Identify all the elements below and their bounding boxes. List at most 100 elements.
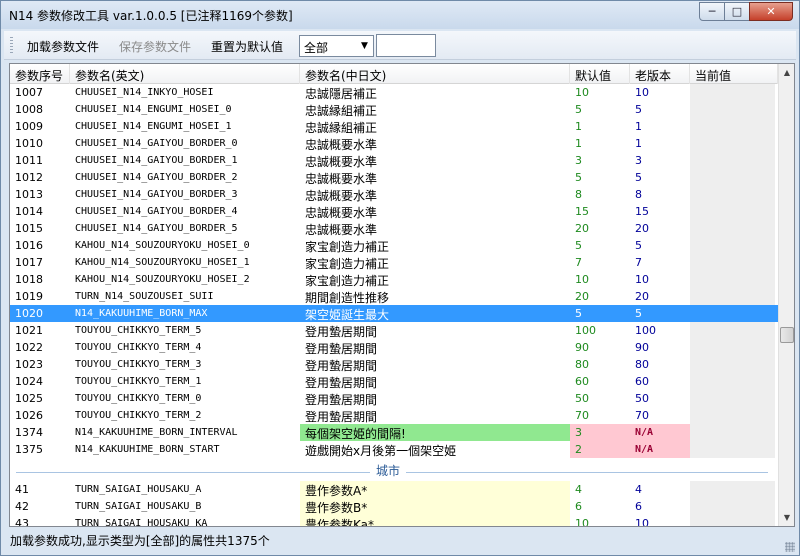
cell-name-en: N14_KAKUUHIME_BORN_MAX <box>75 308 208 319</box>
cell-current[interactable] <box>690 152 775 169</box>
cell-default: 7 <box>575 256 582 269</box>
cell-current[interactable] <box>690 254 775 271</box>
cell-name-en: CHUUSEI_N14_ENGUMI_HOSEI_0 <box>75 104 232 115</box>
cell-current[interactable] <box>690 271 775 288</box>
cell-current[interactable] <box>690 390 775 407</box>
cell-name-en: CHUUSEI_N14_ENGUMI_HOSEI_1 <box>75 121 232 132</box>
table-row[interactable]: 1014 CHUUSEI_N14_GAIYOU_BORDER_4 忠誠概要水準 15 1… <box>10 203 778 220</box>
table-row[interactable]: 1011 CHUUSEI_N14_GAIYOU_BORDER_1 忠誠概要水準 3 3 <box>10 152 778 169</box>
table-row[interactable]: 1021 TOUYOU_CHIKKYO_TERM_5 登用蟄居期間 100 100 <box>10 322 778 339</box>
table-row[interactable]: 1012 CHUUSEI_N14_GAIYOU_BORDER_2 忠誠概要水準 5 5 <box>10 169 778 186</box>
cell-default: 4 <box>575 483 582 496</box>
cell-name-cn: 登用蟄居期間 <box>305 325 378 339</box>
cell-default: 5 <box>575 239 582 252</box>
dropdown-arrow-icon[interactable]: ▼ <box>356 36 373 56</box>
cell-current[interactable] <box>690 101 775 118</box>
cell-current[interactable] <box>690 305 775 322</box>
table-row[interactable]: 1023 TOUYOU_CHIKKYO_TERM_3 登用蟄居期間 80 80 <box>10 356 778 373</box>
reset-default-button[interactable]: 重置为默认值 <box>211 38 283 55</box>
cell-current[interactable] <box>690 84 775 101</box>
toolbar-grip-icon[interactable] <box>10 37 13 54</box>
cell-name-en: CHUUSEI_N14_GAIYOU_BORDER_2 <box>75 172 238 183</box>
table-row[interactable]: 1017 KAHOU_N14_SOUZOURYOKU_HOSEI_1 家宝創造力補正… <box>10 254 778 271</box>
type-filter-select[interactable]: 全部 ▼ <box>299 35 374 57</box>
cell-current[interactable] <box>690 339 775 356</box>
column-header-name-cn[interactable]: 参数名(中日文) <box>300 64 570 84</box>
cell-old-version: 1 <box>635 120 642 133</box>
table-row[interactable]: 1010 CHUUSEI_N14_GAIYOU_BORDER_0 忠誠概要水準 1 1 <box>10 135 778 152</box>
search-input[interactable] <box>376 34 436 57</box>
cell-current[interactable] <box>690 498 775 515</box>
table-row[interactable]: 1025 TOUYOU_CHIKKYO_TERM_0 登用蟄居期間 50 50 <box>10 390 778 407</box>
cell-id: 1009 <box>15 120 43 133</box>
cell-current[interactable] <box>690 237 775 254</box>
scroll-thumb[interactable] <box>780 327 794 343</box>
cell-current[interactable] <box>690 481 775 498</box>
cell-name-cn: 登用蟄居期間 <box>305 342 378 356</box>
cell-id: 1010 <box>15 137 43 150</box>
status-bar: 加载参数成功,显示类型为[全部]的属性共1375个 <box>1 529 799 555</box>
scroll-up-icon[interactable]: ▲ <box>779 64 794 81</box>
table-row[interactable]: 1015 CHUUSEI_N14_GAIYOU_BORDER_5 忠誠概要水準 20 2… <box>10 220 778 237</box>
column-header-name-en[interactable]: 参数名(英文) <box>70 64 300 84</box>
cell-current[interactable] <box>690 515 775 526</box>
table-row[interactable]: 1374 N14_KAKUUHIME_BORN_INTERVAL 每個架空姫的間隔!… <box>10 424 778 441</box>
table-row[interactable]: 1018 KAHOU_N14_SOUZOURYOKU_HOSEI_2 家宝創造力補正… <box>10 271 778 288</box>
cell-name-cn: 期間創造性推移 <box>305 291 390 305</box>
cell-old-version: 15 <box>635 205 649 218</box>
close-button[interactable]: ✕ <box>749 2 793 21</box>
cell-current[interactable] <box>690 424 775 441</box>
params-table: 参数序号 参数名(英文) 参数名(中日文) 默认值 老版本 当前值 1007 CH… <box>9 63 795 527</box>
cell-current[interactable] <box>690 220 775 237</box>
cell-current[interactable] <box>690 441 775 458</box>
cell-current[interactable] <box>690 288 775 305</box>
table-row[interactable]: 1024 TOUYOU_CHIKKYO_TERM_1 登用蟄居期間 60 60 <box>10 373 778 390</box>
cell-default: 5 <box>575 171 582 184</box>
cell-id: 1019 <box>15 290 43 303</box>
cell-current[interactable] <box>690 118 775 135</box>
save-params-button[interactable]: 保存参数文件 <box>119 38 191 55</box>
load-params-button[interactable]: 加载参数文件 <box>27 38 99 55</box>
cell-old-version: 20 <box>635 222 649 235</box>
table-row[interactable]: 1008 CHUUSEI_N14_ENGUMI_HOSEI_0 忠誠縁組補正 5 5 <box>10 101 778 118</box>
vertical-scrollbar[interactable]: ▲ ▼ <box>778 64 794 526</box>
maximize-button[interactable]: □ <box>724 2 750 21</box>
cell-name-en: CHUUSEI_N14_GAIYOU_BORDER_4 <box>75 206 238 217</box>
column-header-current[interactable]: 当前值 <box>690 64 778 84</box>
table-row[interactable]: 43 TURN_SAIGAI_HOUSAKU_KA 豊作参数Ka* 10 10 <box>10 515 778 527</box>
resize-grip-icon[interactable] <box>785 542 795 552</box>
cell-current[interactable] <box>690 356 775 373</box>
column-header-id[interactable]: 参数序号 <box>10 64 70 84</box>
table-row[interactable]: 42 TURN_SAIGAI_HOUSAKU_B 豊作参数B* 6 6 <box>10 498 778 515</box>
column-header-default[interactable]: 默认值 <box>570 64 630 84</box>
table-row[interactable]: 1007 CHUUSEI_N14_INKYO_HOSEI 忠誠隱居補正 10 10 <box>10 84 778 101</box>
table-row[interactable]: 1022 TOUYOU_CHIKKYO_TERM_4 登用蟄居期間 90 90 <box>10 339 778 356</box>
cell-old-version: 10 <box>635 86 649 99</box>
title-bar[interactable]: N14 参数修改工具 var.1.0.0.5 [已注释1169个参数] ─ □ … <box>1 1 799 29</box>
cell-current[interactable] <box>690 373 775 390</box>
cell-default: 10 <box>575 517 589 527</box>
scroll-down-icon[interactable]: ▼ <box>779 509 794 526</box>
cell-current[interactable] <box>690 203 775 220</box>
table-row[interactable]: 1016 KAHOU_N14_SOUZOURYOKU_HOSEI_0 家宝創造力補正… <box>10 237 778 254</box>
cell-id: 1024 <box>15 375 43 388</box>
column-header-old[interactable]: 老版本 <box>630 64 690 84</box>
cell-current[interactable] <box>690 322 775 339</box>
cell-old-version: 20 <box>635 290 649 303</box>
cell-name-en: CHUUSEI_N14_GAIYOU_BORDER_0 <box>75 138 238 149</box>
cell-old-version: 8 <box>635 188 642 201</box>
table-row[interactable]: 41 TURN_SAIGAI_HOUSAKU_A 豊作参数A* 4 4 <box>10 481 778 498</box>
window-controls: ─ □ ✕ <box>699 2 793 21</box>
cell-current[interactable] <box>690 169 775 186</box>
table-row[interactable]: 1026 TOUYOU_CHIKKYO_TERM_2 登用蟄居期間 70 70 <box>10 407 778 424</box>
table-row[interactable]: 1019 TURN_N14_SOUZOUSEI_SUII 期間創造性推移 20 20 <box>10 288 778 305</box>
minimize-button[interactable]: ─ <box>699 2 725 21</box>
cell-current[interactable] <box>690 135 775 152</box>
cell-current[interactable] <box>690 407 775 424</box>
table-row[interactable]: 1020 N14_KAKUUHIME_BORN_MAX 架空姫誕生最大 5 5 <box>10 305 778 322</box>
table-row[interactable]: 1009 CHUUSEI_N14_ENGUMI_HOSEI_1 忠誠縁組補正 1 1 <box>10 118 778 135</box>
cell-current[interactable] <box>690 186 775 203</box>
cell-name-cn: 架空姫誕生最大 <box>305 308 390 322</box>
table-row[interactable]: 1375 N14_KAKUUHIME_BORN_START 遊戲開始x月後第一個架空… <box>10 441 778 458</box>
table-row[interactable]: 1013 CHUUSEI_N14_GAIYOU_BORDER_3 忠誠概要水準 8 8 <box>10 186 778 203</box>
